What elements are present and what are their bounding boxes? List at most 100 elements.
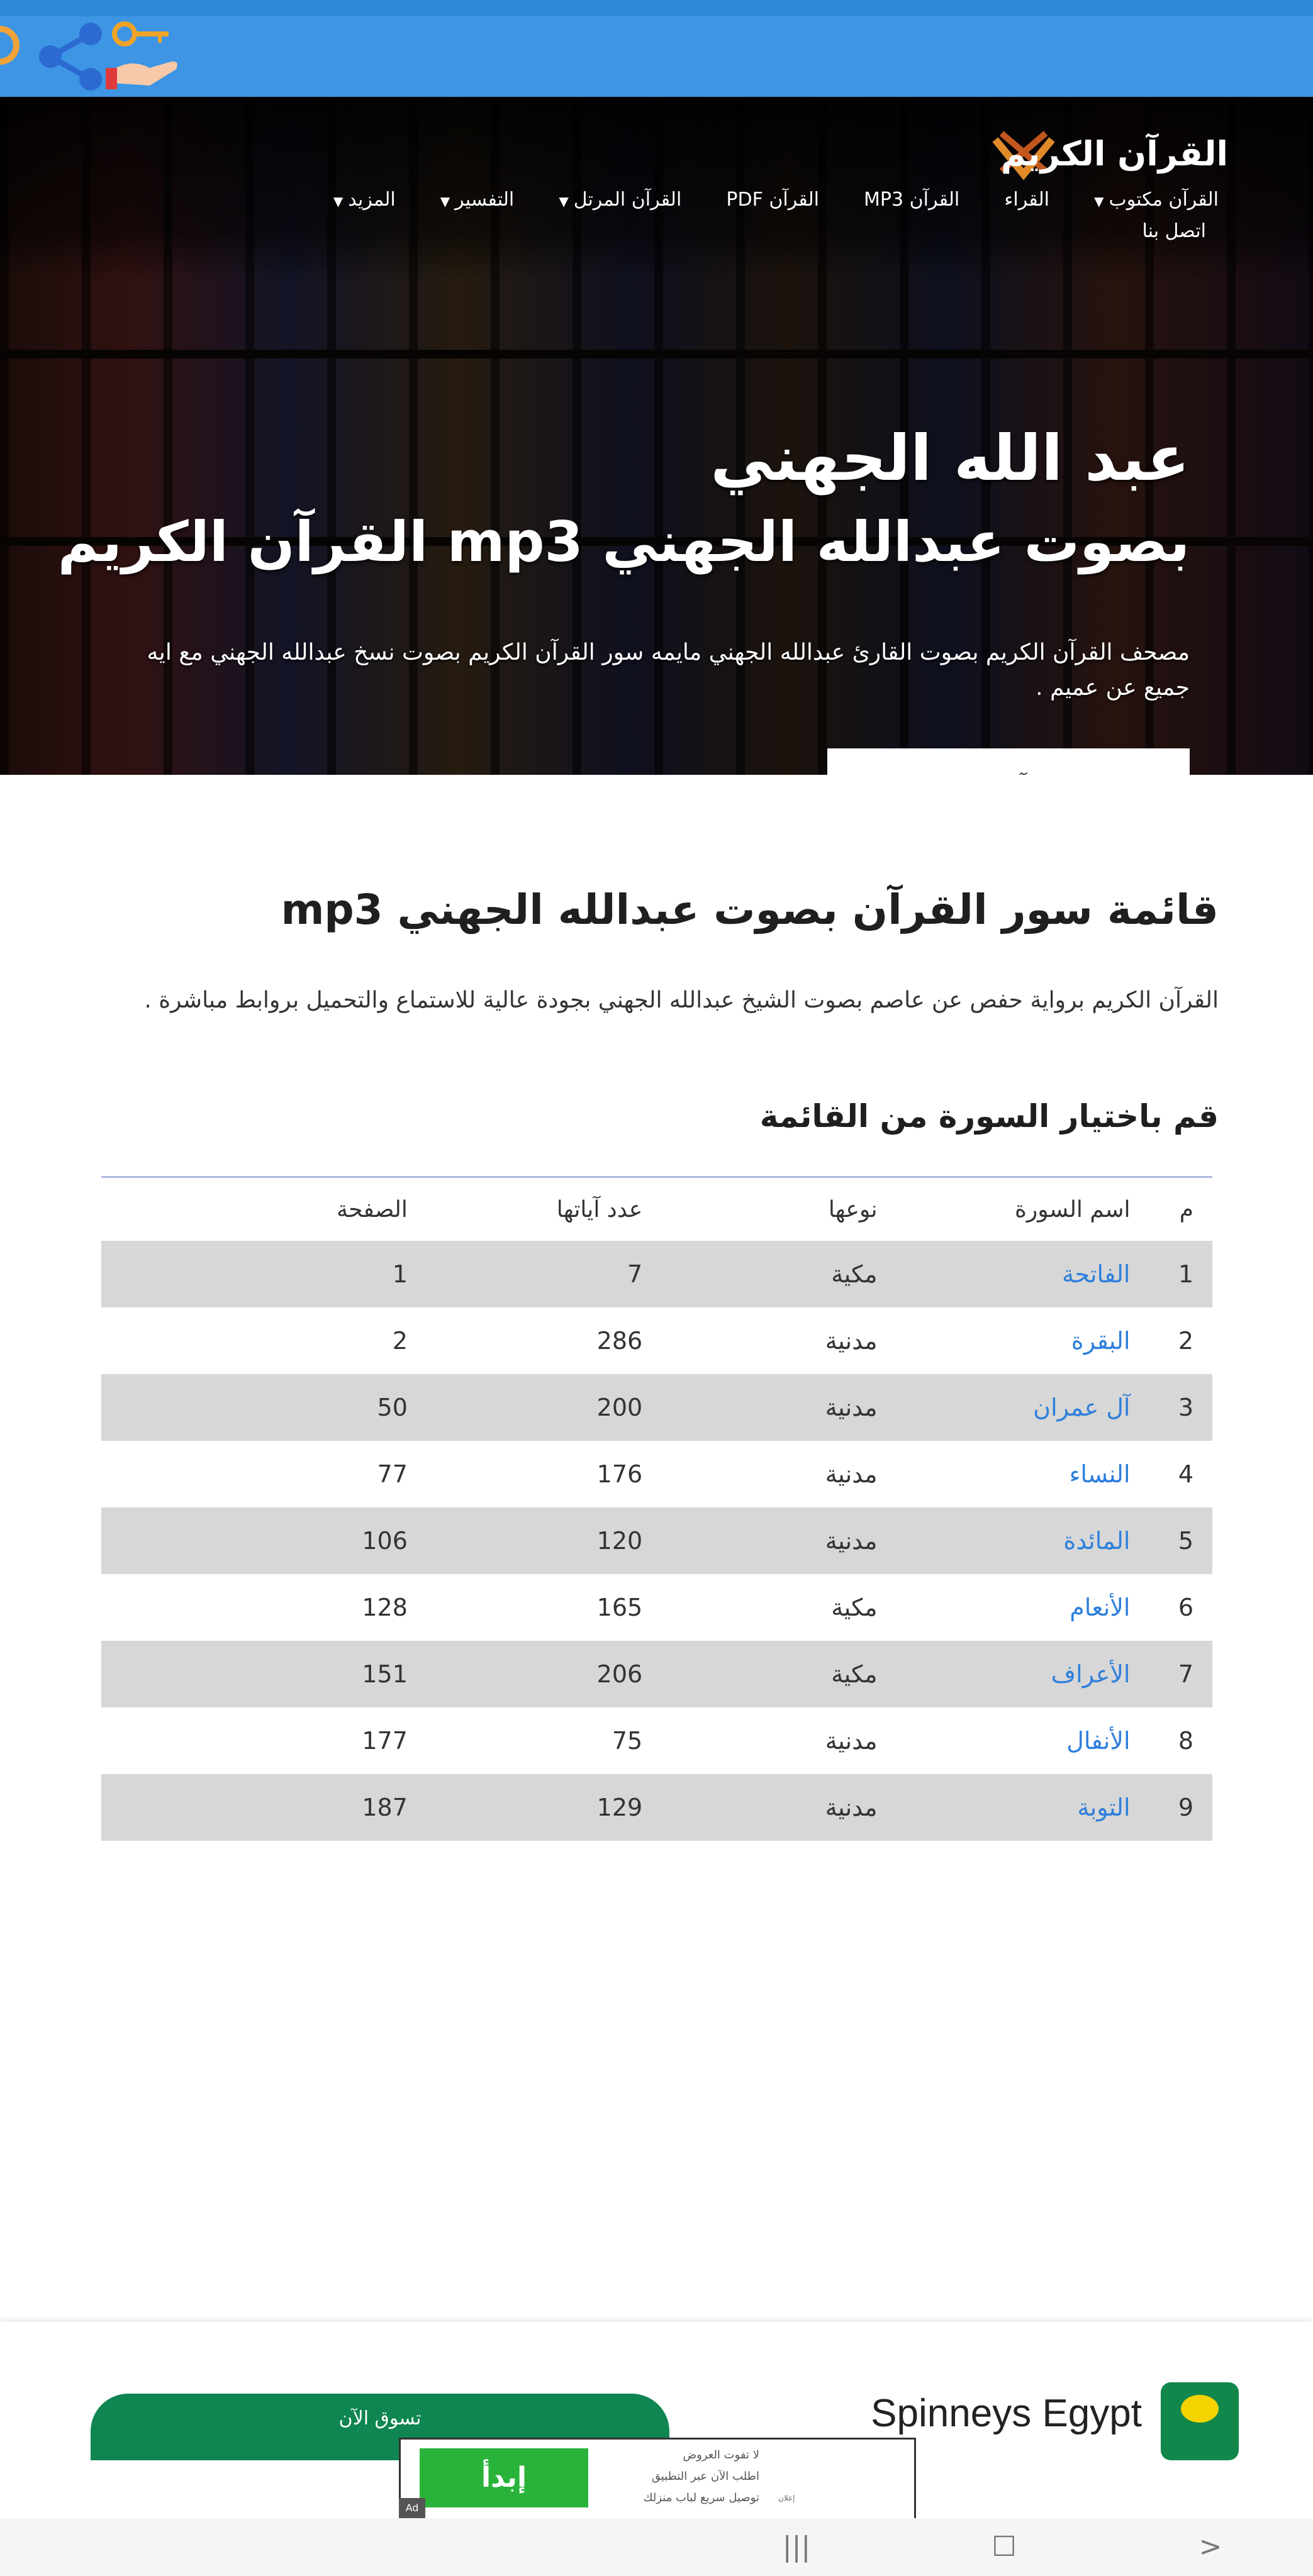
- logo-text: القرآن الكريم: [1000, 134, 1228, 174]
- ad-card-line: توصيل سريع لباب منزلك: [643, 2491, 759, 2504]
- table-header-row: م اسم السورة نوعها عدد آياتها الصفحة: [101, 1178, 1212, 1241]
- nav-item-tafsir[interactable]: التفسير▼: [440, 185, 514, 216]
- chevron-down-icon: ▼: [559, 194, 569, 209]
- hero-description: مصحف القرآن الكريم بصوت القارئ عبدالله ا…: [147, 640, 1190, 701]
- page-number: 50: [377, 1394, 408, 1421]
- surah-name-link: الفاتحة: [896, 1241, 1149, 1307]
- surah-link[interactable]: الأنعام: [1070, 1594, 1130, 1621]
- chevron-down-icon: ▼: [1094, 194, 1104, 209]
- table-row[interactable]: 6 الأنعام مكية 165 128: [101, 1574, 1212, 1641]
- surah-number: 7: [1178, 1660, 1193, 1688]
- choose-surah-label: قم باختيار السورة من القائمة: [759, 1098, 1219, 1135]
- surah-name-link: آل عمران: [896, 1374, 1149, 1441]
- table-row[interactable]: 1 الفاتحة مكية 7 1: [101, 1241, 1212, 1307]
- download-full-quran-button[interactable]: تحميل القرآن الكريم كاملا: [827, 748, 1190, 775]
- surah-name-link: التوبة: [896, 1774, 1149, 1841]
- home-icon[interactable]: ☐: [985, 2529, 1023, 2565]
- back-icon[interactable]: <: [1192, 2529, 1229, 2565]
- verse-count: 176: [596, 1460, 643, 1488]
- surah-link[interactable]: الأعراف: [1051, 1660, 1131, 1688]
- surah-type: مدنية: [825, 1394, 878, 1421]
- hero-section: القرآن الكريم القرآن مكتوب▼ القراء القرآ…: [0, 97, 1313, 775]
- ad-card[interactable]: إبدأ لا تفوت العروض اطلب الآن عبر التطبي…: [399, 2438, 916, 2522]
- surah-link[interactable]: الأنفال: [1066, 1727, 1130, 1755]
- verse-count: 129: [596, 1794, 643, 1821]
- chevron-down-icon: ▼: [333, 194, 344, 209]
- page-number: 2: [392, 1327, 408, 1355]
- nav-item-reciters[interactable]: القراء: [1004, 185, 1049, 215]
- page-number: 1: [392, 1260, 408, 1288]
- recents-icon[interactable]: |||: [778, 2529, 815, 2565]
- table-row[interactable]: 9 التوبة مدنية 129 187: [101, 1774, 1212, 1841]
- ad-card-footnote: إعلان: [778, 2494, 795, 2502]
- page-number: 128: [362, 1594, 408, 1621]
- ad-brand-name: Spinneys Egypt: [871, 2392, 1142, 2435]
- table-row[interactable]: 2 البقرة مدنية 286 2: [101, 1307, 1212, 1374]
- nav-item-contact[interactable]: اتصل بنا: [1143, 220, 1207, 242]
- verse-count: 200: [596, 1394, 643, 1421]
- table-row[interactable]: 7 الأعراف مكية 206 151: [101, 1641, 1212, 1707]
- surah-link[interactable]: النساء: [1070, 1460, 1131, 1488]
- table-row[interactable]: 4 النساء مدنية 176 77: [101, 1441, 1212, 1507]
- table-row[interactable]: 3 آل عمران مدنية 200 50: [101, 1374, 1212, 1441]
- surah-number: 2: [1178, 1327, 1193, 1355]
- surah-type: مكية: [831, 1260, 878, 1288]
- verse-count: 206: [596, 1660, 643, 1688]
- nav-item-murattal[interactable]: القرآن المرتل▼: [559, 185, 681, 216]
- spinneys-logo: [1161, 2382, 1239, 2460]
- surah-type: مدنية: [825, 1460, 878, 1488]
- nav-item-more[interactable]: المزيد▼: [333, 185, 396, 216]
- nav-item-written-quran[interactable]: القرآن مكتوب▼: [1094, 185, 1219, 216]
- column-header-page: الصفحة: [336, 1196, 408, 1223]
- page-number: 177: [362, 1727, 408, 1755]
- surah-name-link: البقرة: [896, 1307, 1149, 1374]
- surah-type: مدنية: [825, 1727, 878, 1755]
- ad-start-button[interactable]: إبدأ: [420, 2448, 588, 2507]
- share-icon[interactable]: [36, 20, 106, 96]
- surah-type: مدنية: [825, 1527, 878, 1555]
- table-row[interactable]: 8 الأنفال مدنية 75 177: [101, 1707, 1212, 1774]
- key-hand-icon[interactable]: [106, 20, 181, 96]
- ad-card-text: لا تفوت العروض اطلب الآن عبر التطبيق توص…: [615, 2445, 759, 2509]
- verse-count: 75: [612, 1727, 643, 1755]
- ad-card-line: اطلب الآن عبر التطبيق: [651, 2470, 759, 2483]
- page-number: 77: [377, 1460, 408, 1488]
- ad-card-line: لا تفوت العروض: [683, 2448, 759, 2462]
- column-header-number: م: [1179, 1196, 1193, 1223]
- column-header-surah-name: اسم السورة: [1015, 1196, 1131, 1223]
- main-content: قائمة سور القرآن بصوت عبدالله الجهني mp3…: [0, 775, 1313, 2322]
- main-navigation: القرآن مكتوب▼ القراء القرآن MP3 القرآن P…: [74, 185, 1219, 216]
- app-toolbar: [0, 16, 1313, 97]
- magnifier-icon[interactable]: [0, 20, 35, 92]
- surah-link[interactable]: آل عمران: [1033, 1394, 1130, 1421]
- surah-type: مدنية: [825, 1794, 878, 1821]
- surah-number: 4: [1178, 1460, 1193, 1488]
- surah-name-link: الأنفال: [896, 1707, 1149, 1774]
- site-logo[interactable]: القرآن الكريم: [989, 127, 1228, 184]
- status-bar: [0, 0, 1313, 16]
- table-row[interactable]: 5 المائدة مدنية 120 106: [101, 1507, 1212, 1574]
- verse-count: 7: [627, 1260, 643, 1288]
- surah-number: 9: [1178, 1794, 1193, 1821]
- surah-number: 1: [1178, 1260, 1193, 1288]
- surah-type: مدنية: [825, 1327, 878, 1355]
- surah-link[interactable]: البقرة: [1071, 1327, 1131, 1355]
- surah-name-link: الأنعام: [896, 1574, 1149, 1641]
- section-title: قائمة سور القرآن بصوت عبدالله الجهني mp3: [281, 886, 1219, 934]
- surah-number: 6: [1178, 1594, 1193, 1621]
- column-header-verse-count: عدد آياتها: [556, 1196, 643, 1223]
- verse-count: 120: [596, 1527, 643, 1555]
- section-description: القرآن الكريم برواية حفص عن عاصم بصوت ال…: [144, 987, 1219, 1013]
- nav-item-quran-pdf[interactable]: القرآن PDF: [726, 185, 819, 215]
- surah-number: 3: [1178, 1394, 1193, 1421]
- surah-link[interactable]: الفاتحة: [1062, 1260, 1130, 1288]
- ad-choices-icon[interactable]: Ad: [399, 2498, 425, 2518]
- surah-table: م اسم السورة نوعها عدد آياتها الصفحة 1 ال…: [101, 1176, 1212, 1841]
- surah-name-link: النساء: [896, 1441, 1149, 1507]
- surah-link[interactable]: التوبة: [1077, 1794, 1130, 1821]
- surah-number: 5: [1178, 1527, 1193, 1555]
- surah-link[interactable]: المائدة: [1063, 1527, 1130, 1555]
- nav-item-quran-mp3[interactable]: القرآن MP3: [864, 185, 959, 215]
- surah-name-link: المائدة: [896, 1507, 1149, 1574]
- surah-name-link: الأعراف: [896, 1641, 1149, 1707]
